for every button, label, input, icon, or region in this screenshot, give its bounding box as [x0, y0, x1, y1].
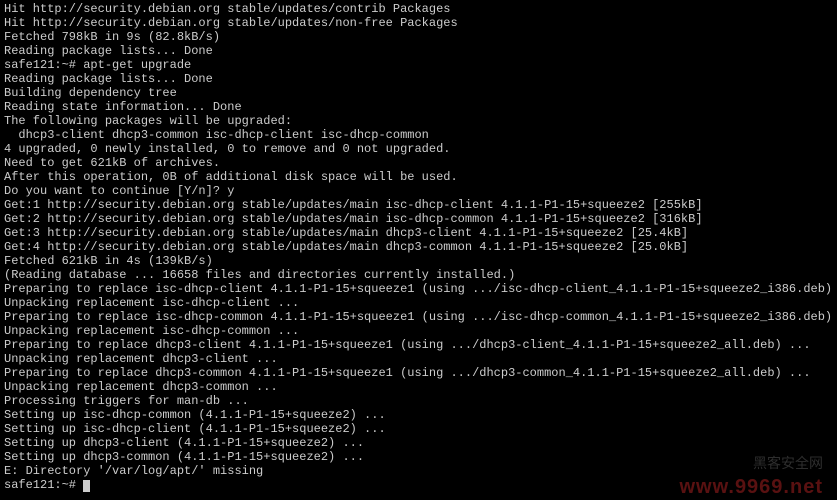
terminal-line: dhcp3-client dhcp3-common isc-dhcp-clien… — [4, 128, 833, 142]
terminal-line: Setting up isc-dhcp-common (4.1.1-P1-15+… — [4, 408, 833, 422]
terminal-line: Unpacking replacement isc-dhcp-client ..… — [4, 296, 833, 310]
terminal-line: Hit http://security.debian.org stable/up… — [4, 2, 833, 16]
terminal-line: Reading state information... Done — [4, 100, 833, 114]
terminal-line: After this operation, 0B of additional d… — [4, 170, 833, 184]
terminal-line: Fetched 798kB in 9s (82.8kB/s) — [4, 30, 833, 44]
terminal-line: Preparing to replace isc-dhcp-client 4.1… — [4, 282, 833, 296]
terminal-line: Setting up dhcp3-client (4.1.1-P1-15+squ… — [4, 436, 833, 450]
terminal-line: Unpacking replacement isc-dhcp-common ..… — [4, 324, 833, 338]
terminal-prompt-line[interactable]: safe121:~# — [4, 478, 833, 492]
terminal-line: Hit http://security.debian.org stable/up… — [4, 16, 833, 30]
terminal-line: Need to get 621kB of archives. — [4, 156, 833, 170]
terminal-line: (Reading database ... 16658 files and di… — [4, 268, 833, 282]
terminal-line: Building dependency tree — [4, 86, 833, 100]
terminal-line: Reading package lists... Done — [4, 44, 833, 58]
terminal-line: Processing triggers for man-db ... — [4, 394, 833, 408]
terminal-line: Setting up dhcp3-common (4.1.1-P1-15+squ… — [4, 450, 833, 464]
shell-prompt: safe121:~# — [4, 478, 83, 492]
terminal-line: Do you want to continue [Y/n]? y — [4, 184, 833, 198]
terminal-line: The following packages will be upgraded: — [4, 114, 833, 128]
terminal-line: safe121:~# apt-get upgrade — [4, 58, 833, 72]
terminal-line: Get:1 http://security.debian.org stable/… — [4, 198, 833, 212]
terminal-line: Reading package lists... Done — [4, 72, 833, 86]
terminal-line: Preparing to replace isc-dhcp-common 4.1… — [4, 310, 833, 324]
terminal-line: Get:3 http://security.debian.org stable/… — [4, 226, 833, 240]
terminal-line: Unpacking replacement dhcp3-client ... — [4, 352, 833, 366]
terminal-line: Fetched 621kB in 4s (139kB/s) — [4, 254, 833, 268]
terminal-line: Get:4 http://security.debian.org stable/… — [4, 240, 833, 254]
terminal-line: Preparing to replace dhcp3-common 4.1.1-… — [4, 366, 833, 380]
terminal-line: Setting up isc-dhcp-client (4.1.1-P1-15+… — [4, 422, 833, 436]
terminal-output: Hit http://security.debian.org stable/up… — [4, 2, 833, 478]
terminal-line: E: Directory '/var/log/apt/' missing — [4, 464, 833, 478]
terminal-line: Preparing to replace dhcp3-client 4.1.1-… — [4, 338, 833, 352]
terminal-line: Unpacking replacement dhcp3-common ... — [4, 380, 833, 394]
terminal-line: 4 upgraded, 0 newly installed, 0 to remo… — [4, 142, 833, 156]
cursor-icon — [83, 480, 90, 492]
terminal-line: Get:2 http://security.debian.org stable/… — [4, 212, 833, 226]
